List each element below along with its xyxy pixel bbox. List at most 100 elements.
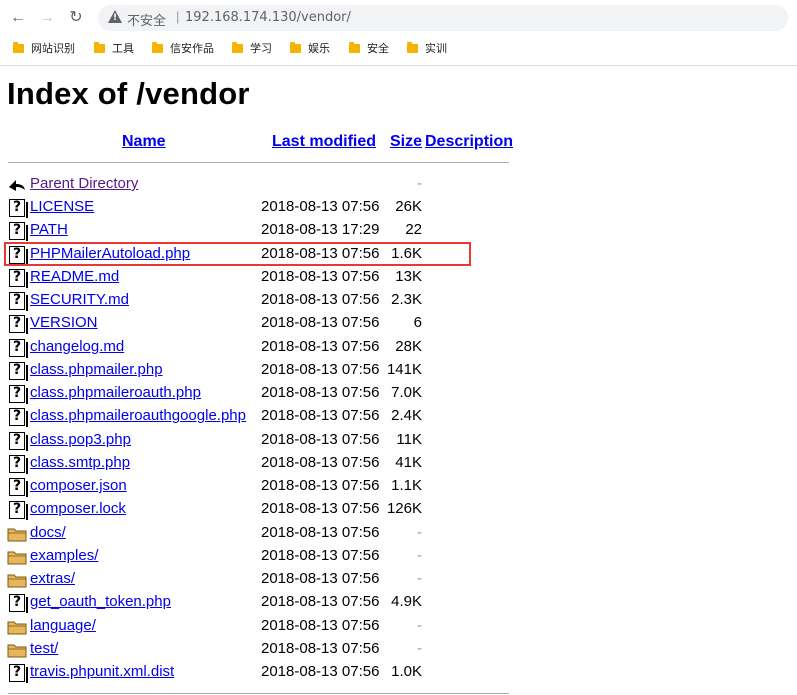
file-row: ? travis.phpunit.xml.dist 2018-08-13 07:56… [0,662,520,685]
file-size: 11K [396,430,422,448]
file-link[interactable]: composer.json [30,477,127,494]
unknown-file-icon: ? [7,221,28,242]
file-size: 2.3K [391,291,422,308]
column-header-name[interactable]: Name [122,133,166,151]
file-link[interactable]: README.md [30,268,119,285]
file-link[interactable]: PATH [30,221,68,238]
file-row: language/2018-08-13 07:56 - [0,616,520,639]
parent-directory-link[interactable]: Parent Directory [30,175,138,192]
highlight-box [4,242,471,266]
url-text[interactable]: 192.168.174.130/vendor/ [185,10,351,25]
bookmark-folder[interactable]: 网站识别 [13,40,75,58]
folder-icon [152,42,163,53]
last-modified: 2018-08-13 07:56 [261,267,380,285]
bookmark-folder[interactable]: 信安作品 [152,40,214,58]
file-size: 28K [395,337,422,355]
unknown-file-icon: ? [7,291,28,311]
folder-icon [7,547,27,567]
unknown-file-icon: ? [7,500,28,521]
last-modified: 2018-08-13 07:56 [261,291,380,308]
column-header-description[interactable]: Description [425,133,513,151]
insecure-label[interactable]: 不安全 [127,10,166,29]
unknown-file-icon: ? [7,314,28,335]
file-size: - [417,570,422,587]
folder-icon [13,42,24,53]
file-size: 7.0K [391,384,422,401]
forward-arrow-icon[interactable]: → [37,8,57,28]
file-size: - [417,175,422,192]
last-modified: 2018-08-13 07:56 [261,360,380,378]
last-modified: 2018-08-13 07:56 [261,430,380,448]
file-link[interactable]: examples/ [30,547,98,564]
file-size: 4.9K [391,593,422,611]
last-modified: 2018-08-13 07:56 [261,663,380,680]
last-modified: 2018-08-13 07:56 [261,314,380,332]
bookmark-folder[interactable]: 安全 [349,40,389,58]
folder-icon [7,617,27,637]
file-row: ? PATH 2018-08-13 17:29 22 [0,220,520,243]
file-row: ? class.pop3.php 2018-08-13 07:56 11K [0,430,520,453]
file-row: examples/2018-08-13 07:56 - [0,546,520,569]
last-modified: 2018-08-13 07:56 [261,546,380,564]
file-link[interactable]: extras/ [30,570,75,587]
column-header-last-modified[interactable]: Last modified [272,133,376,151]
file-size: 22 [405,221,422,239]
bookmark-folder[interactable]: 娱乐 [290,40,330,58]
file-row: ? README.md 2018-08-13 07:56 13K [0,267,520,290]
file-size: - [417,616,422,634]
folder-icon [7,640,27,660]
file-size: 1.0K [391,663,422,680]
address-separator: | [176,9,180,24]
bookmark-folder[interactable]: 工具 [94,40,134,58]
last-modified: 2018-08-13 07:56 [261,407,380,425]
file-link[interactable]: class.phpmailer.php [30,361,163,378]
last-modified: 2018-08-13 07:56 [261,384,380,401]
file-row: ? composer.lock 2018-08-13 07:56 126K [0,499,520,522]
file-row: extras/2018-08-13 07:56 - [0,569,520,592]
folder-icon [349,42,360,53]
file-size: 1.1K [391,477,422,494]
folder-icon [232,42,243,53]
file-link[interactable]: class.phpmaileroauthgoogle.php [30,407,246,424]
file-link[interactable]: changelog.md [30,338,124,355]
bookmark-folder[interactable]: 学习 [232,40,272,58]
bookmark-folder[interactable]: 实训 [407,40,447,58]
file-link[interactable]: class.smtp.php [30,454,130,471]
reload-icon[interactable]: ↻ [66,8,86,28]
last-modified: 2018-08-13 07:56 [261,523,380,541]
file-size: 2.4K [391,407,422,425]
file-link[interactable]: travis.phpunit.xml.dist [30,663,174,680]
column-header-size[interactable]: Size [390,133,422,151]
address-bar[interactable]: ! 不安全 | 192.168.174.130/vendor/ [98,5,788,31]
file-link[interactable]: LICENSE [30,198,94,215]
unknown-file-icon: ? [7,454,28,474]
browser-chrome: ← → ↻ ! 不安全 | 192.168.174.130/vendor/ 网站… [0,0,797,66]
file-row: ? class.phpmailer.php 2018-08-13 07:56 141K [0,360,520,383]
unknown-file-icon: ? [7,361,28,381]
file-link[interactable]: language/ [30,617,96,634]
last-modified: 2018-08-13 07:56 [261,570,380,587]
file-link[interactable]: test/ [30,640,58,657]
file-size: 141K [386,360,422,378]
file-row: test/2018-08-13 07:56 - [0,639,520,662]
file-row: ? composer.json 2018-08-13 07:56 1.1K [0,476,520,499]
file-size: - [417,639,422,657]
last-modified: 2018-08-13 17:29 [261,221,380,239]
file-size: - [417,546,422,564]
unknown-file-icon: ? [7,663,28,683]
file-link[interactable]: class.phpmaileroauth.php [30,384,201,401]
back-arrow-icon[interactable]: ← [8,8,28,28]
file-link[interactable]: get_oauth_token.php [30,593,171,610]
file-size: 26K [395,198,422,215]
page-title: Index of /vendor [7,76,250,111]
unknown-file-icon: ? [7,593,28,614]
file-link[interactable]: docs/ [30,524,66,541]
last-modified: 2018-08-13 07:56 [261,477,380,494]
file-link[interactable]: SECURITY.md [30,291,129,308]
file-row: docs/2018-08-13 07:56 - [0,523,520,546]
file-link[interactable]: VERSION [30,314,98,331]
file-row: ? SECURITY.md 2018-08-13 07:56 2.3K [0,290,520,313]
file-link[interactable]: composer.lock [30,500,126,517]
file-size: 41K [395,453,422,471]
file-link[interactable]: class.pop3.php [30,431,131,448]
